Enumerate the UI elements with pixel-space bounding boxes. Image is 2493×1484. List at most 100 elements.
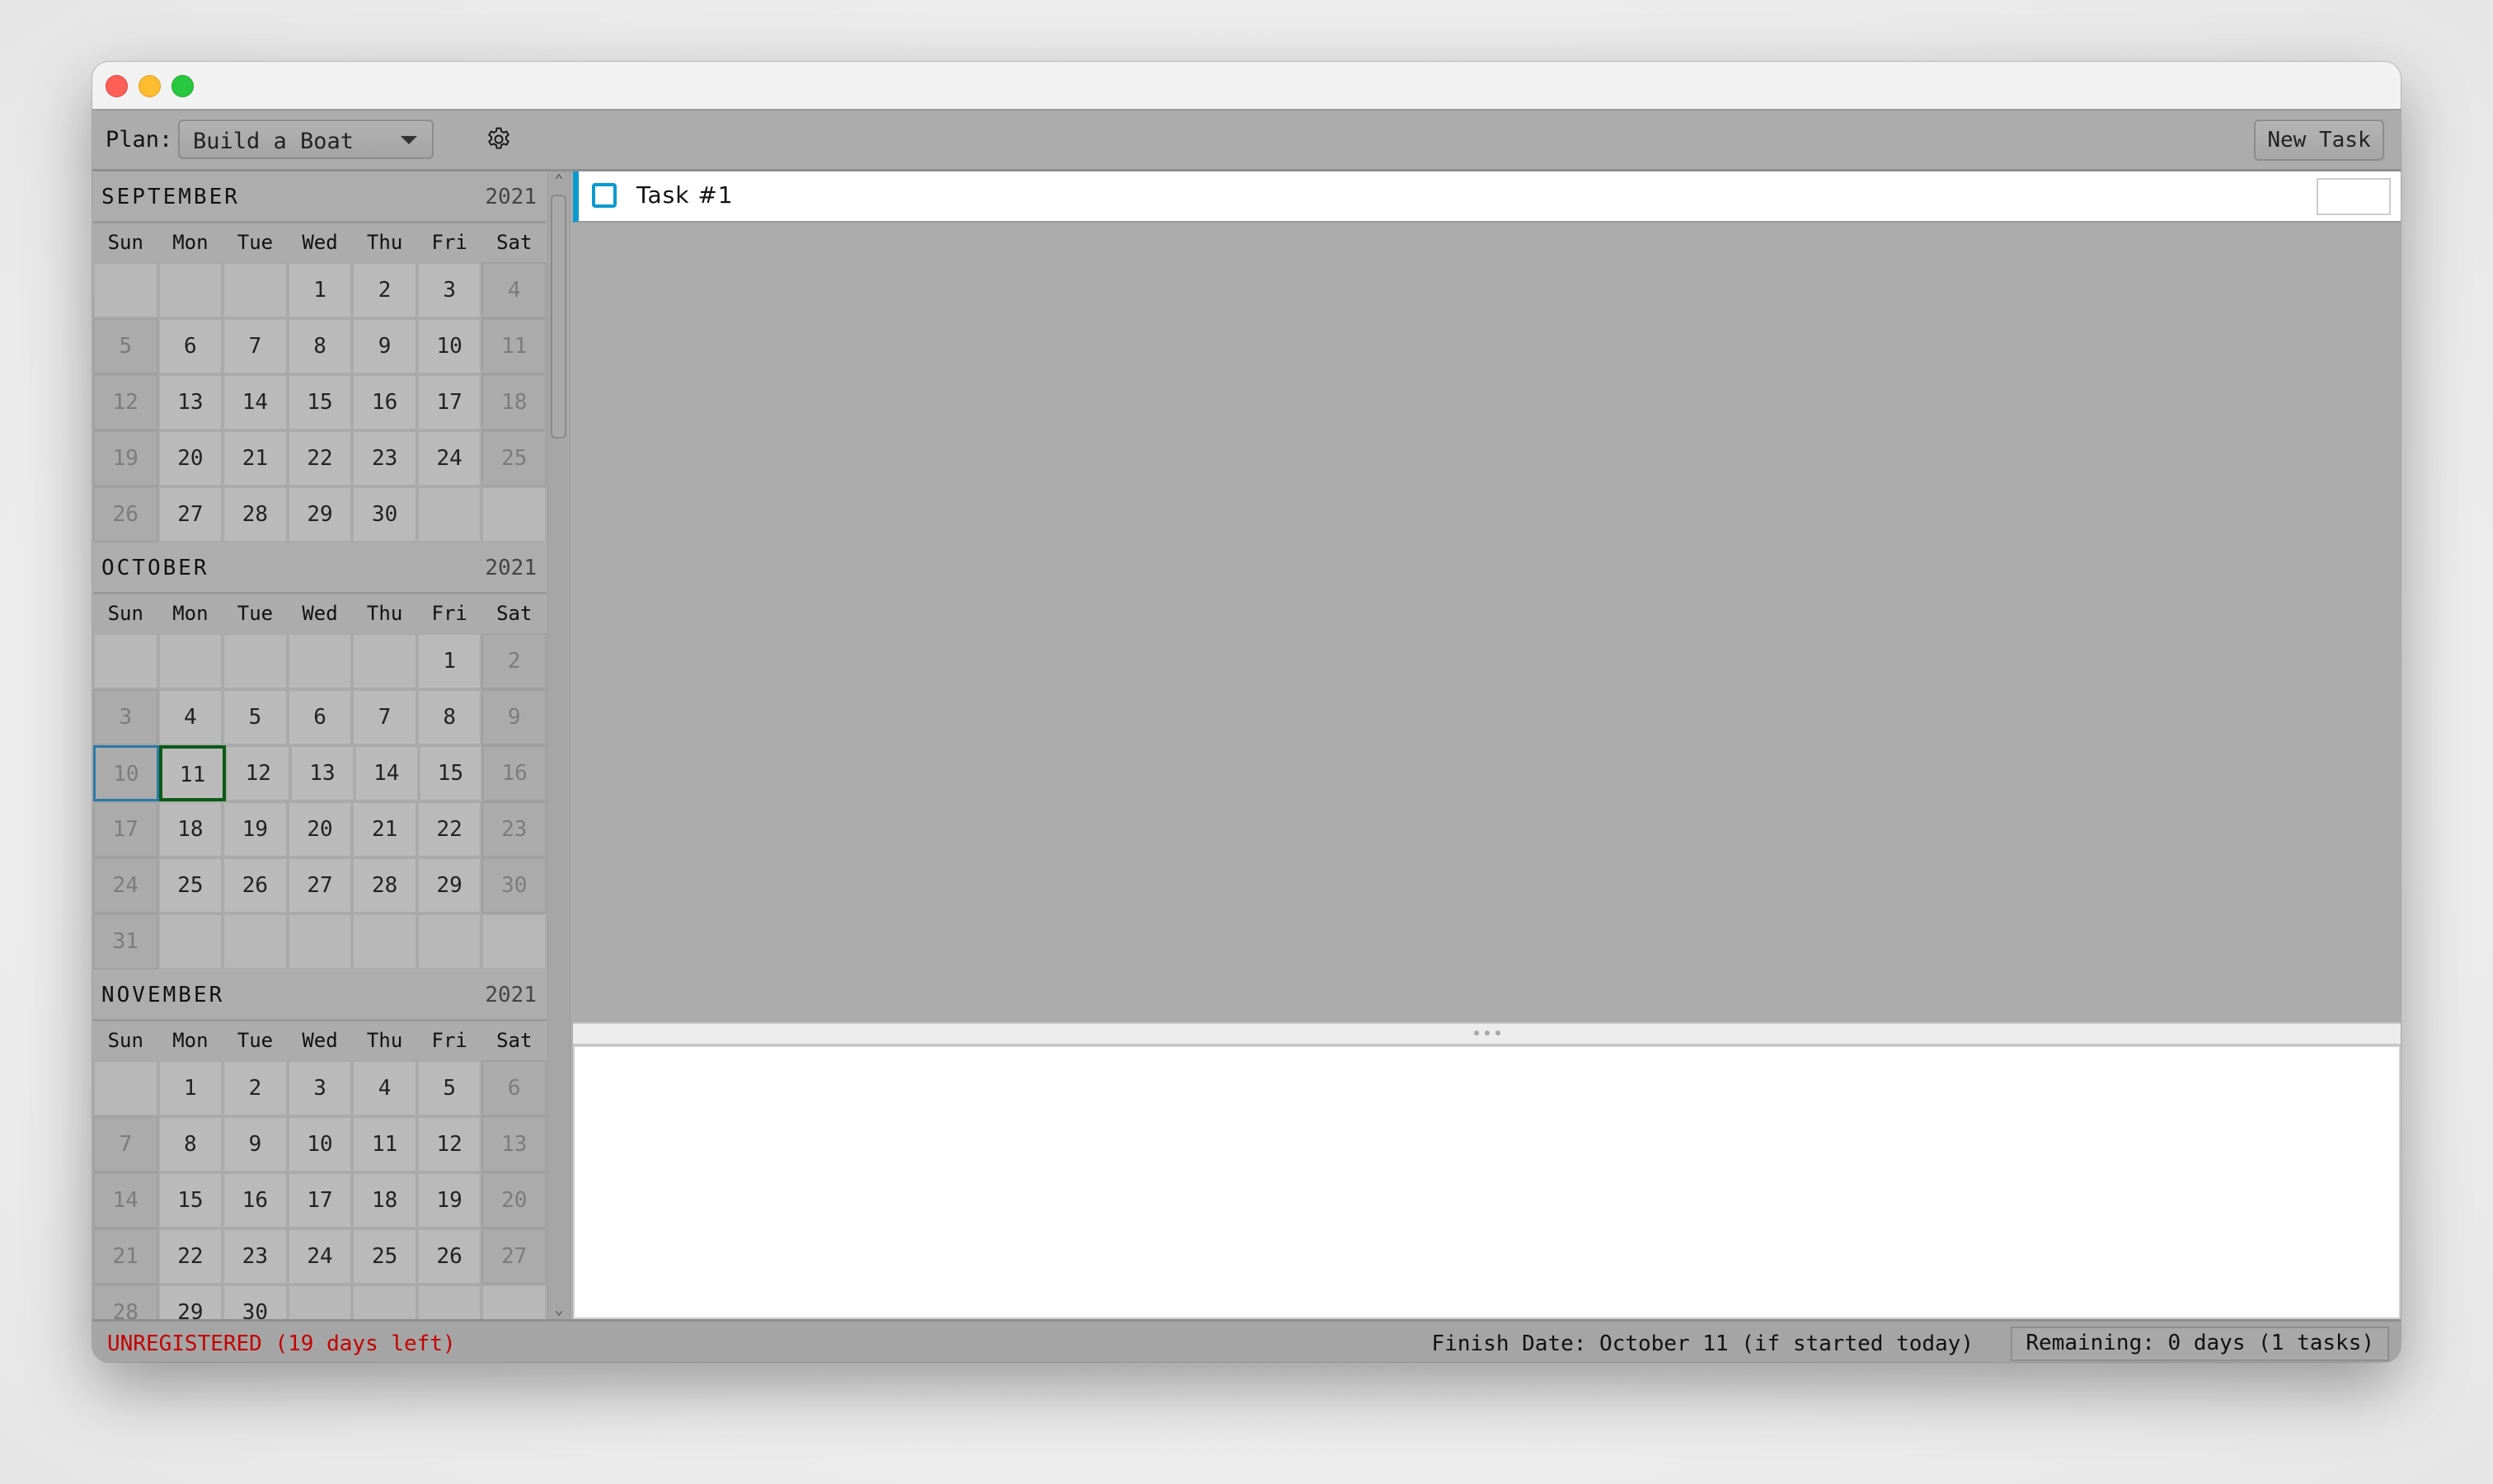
- calendar-scrollbar[interactable]: ⌃ ⌄: [547, 171, 570, 1319]
- task-estimate-field[interactable]: [2317, 178, 2391, 215]
- calendar-day[interactable]: 29: [416, 857, 482, 913]
- calendar-day[interactable]: 9: [352, 318, 417, 374]
- split-pane-divider[interactable]: [573, 1022, 2401, 1046]
- calendar-day[interactable]: 11: [481, 318, 547, 374]
- calendar-day[interactable]: 30: [223, 1284, 288, 1319]
- calendar-day[interactable]: 16: [482, 745, 547, 801]
- calendar-day[interactable]: 17: [287, 1172, 353, 1228]
- calendar-day[interactable]: 2: [352, 262, 417, 318]
- registration-status[interactable]: UNREGISTERED (19 days left): [107, 1331, 456, 1356]
- chevron-up-icon[interactable]: ⌃: [548, 171, 570, 190]
- calendar-day[interactable]: 27: [481, 1228, 547, 1284]
- calendar-day[interactable]: 13: [481, 1116, 547, 1172]
- calendar-day[interactable]: 17: [416, 374, 482, 430]
- calendar-day[interactable]: 10: [416, 318, 482, 374]
- calendar-day[interactable]: 27: [157, 486, 223, 542]
- calendar-day[interactable]: 26: [223, 857, 288, 913]
- calendar-day[interactable]: 5: [223, 689, 288, 745]
- calendar-day[interactable]: 10: [287, 1116, 353, 1172]
- calendar-day[interactable]: 2: [481, 633, 547, 689]
- calendar-day[interactable]: 23: [352, 430, 417, 486]
- calendar-day[interactable]: 3: [93, 689, 158, 745]
- calendar-day[interactable]: 5: [93, 318, 158, 374]
- calendar-day[interactable]: 23: [223, 1228, 288, 1284]
- calendar-day[interactable]: 11: [352, 1116, 417, 1172]
- gear-icon[interactable]: [485, 125, 513, 153]
- calendar-day[interactable]: 22: [416, 801, 482, 857]
- calendar-day[interactable]: 20: [481, 1172, 547, 1228]
- calendar-day[interactable]: 4: [157, 689, 223, 745]
- task-checkbox[interactable]: [592, 183, 617, 208]
- calendar-day[interactable]: 1: [157, 1060, 223, 1116]
- new-task-button[interactable]: New Task: [2254, 120, 2384, 161]
- scrollbar-thumb[interactable]: [551, 195, 566, 439]
- calendar-day[interactable]: 26: [93, 486, 158, 542]
- plan-dropdown[interactable]: Build a Boat: [178, 120, 434, 159]
- calendar-day[interactable]: 17: [93, 801, 158, 857]
- calendar-day[interactable]: 3: [287, 1060, 353, 1116]
- calendar-day[interactable]: 13: [290, 745, 354, 801]
- calendar-day[interactable]: 14: [223, 374, 288, 430]
- calendar-day[interactable]: 12: [416, 1116, 482, 1172]
- calendar-day[interactable]: 9: [223, 1116, 288, 1172]
- calendar-day[interactable]: 14: [93, 1172, 158, 1228]
- calendar-day[interactable]: 9: [481, 689, 547, 745]
- calendar-day[interactable]: 3: [416, 262, 482, 318]
- calendar-day[interactable]: 28: [352, 857, 417, 913]
- calendar-day[interactable]: 4: [481, 262, 547, 318]
- calendar-day[interactable]: 18: [481, 374, 547, 430]
- calendar-day[interactable]: 8: [287, 318, 353, 374]
- calendar-day[interactable]: 2: [223, 1060, 288, 1116]
- calendar-day[interactable]: 7: [93, 1116, 158, 1172]
- calendar-day[interactable]: 29: [287, 486, 353, 542]
- calendar-day[interactable]: 22: [287, 430, 353, 486]
- calendar-day[interactable]: 19: [416, 1172, 482, 1228]
- calendar-day[interactable]: 21: [352, 801, 417, 857]
- calendar-day[interactable]: 27: [287, 857, 353, 913]
- calendar-day[interactable]: 18: [157, 801, 223, 857]
- calendar-day[interactable]: 15: [287, 374, 353, 430]
- task-notes-area[interactable]: [573, 1045, 2401, 1319]
- task-name[interactable]: Task #1: [636, 181, 734, 209]
- calendar-day[interactable]: 4: [352, 1060, 417, 1116]
- calendar-day[interactable]: 30: [352, 486, 417, 542]
- calendar-day[interactable]: 28: [223, 486, 288, 542]
- calendar-day[interactable]: 24: [93, 857, 158, 913]
- calendar-day[interactable]: 28: [93, 1284, 158, 1319]
- calendar-day[interactable]: 18: [352, 1172, 417, 1228]
- calendar-day[interactable]: 12: [93, 374, 158, 430]
- calendar-day[interactable]: 8: [416, 689, 482, 745]
- calendar-day-selected[interactable]: 11: [158, 745, 227, 801]
- calendar-day[interactable]: 15: [418, 745, 483, 801]
- calendar-day[interactable]: 20: [157, 430, 223, 486]
- calendar-day[interactable]: 13: [157, 374, 223, 430]
- calendar-day[interactable]: 22: [157, 1228, 223, 1284]
- calendar-day[interactable]: 6: [157, 318, 223, 374]
- close-window-button[interactable]: [106, 75, 128, 97]
- calendar-day[interactable]: 23: [481, 801, 547, 857]
- calendar-day[interactable]: 26: [416, 1228, 482, 1284]
- chevron-down-icon[interactable]: ⌄: [548, 1301, 570, 1319]
- calendar-day[interactable]: 25: [157, 857, 223, 913]
- calendar-day[interactable]: 24: [416, 430, 482, 486]
- task-row[interactable]: Task #1: [573, 171, 2401, 223]
- calendar-day[interactable]: 30: [481, 857, 547, 913]
- calendar-day[interactable]: 21: [223, 430, 288, 486]
- calendar-day[interactable]: 19: [223, 801, 288, 857]
- calendar-day[interactable]: 5: [416, 1060, 482, 1116]
- calendar-day[interactable]: 19: [93, 430, 158, 486]
- calendar-day[interactable]: 6: [287, 689, 353, 745]
- calendar-day[interactable]: 29: [157, 1284, 223, 1319]
- calendar-day[interactable]: 21: [93, 1228, 158, 1284]
- calendar-day[interactable]: 25: [352, 1228, 417, 1284]
- minimize-window-button[interactable]: [138, 75, 161, 97]
- calendar-day[interactable]: 31: [93, 913, 158, 970]
- calendar-day[interactable]: 16: [223, 1172, 288, 1228]
- calendar-day[interactable]: 1: [416, 633, 482, 689]
- calendar-day[interactable]: 12: [226, 745, 291, 801]
- zoom-window-button[interactable]: [171, 75, 194, 97]
- calendar-day[interactable]: 1: [287, 262, 353, 318]
- calendar-day[interactable]: 8: [157, 1116, 223, 1172]
- calendar-day[interactable]: 14: [354, 745, 419, 801]
- calendar-day[interactable]: 7: [223, 318, 288, 374]
